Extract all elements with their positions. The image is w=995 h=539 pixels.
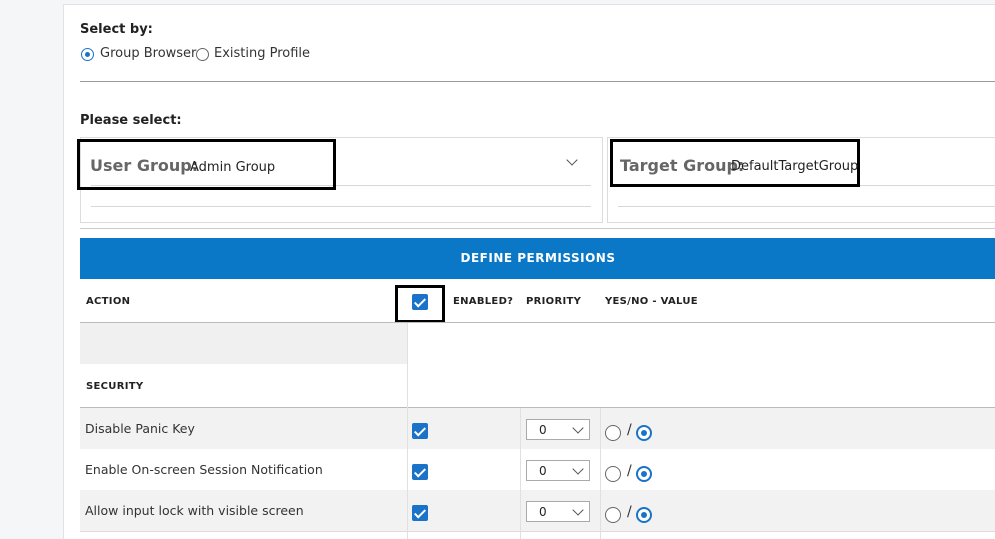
no-radio[interactable]	[636, 466, 652, 482]
existing-profile-label[interactable]: Existing Profile	[214, 46, 310, 61]
row-divider	[80, 531, 995, 532]
row-label: Enable On-screen Session Notification	[85, 462, 323, 477]
column-separator	[520, 408, 521, 539]
priority-dropdown[interactable]: 0	[526, 501, 590, 522]
priority-dropdown[interactable]: 0	[526, 460, 590, 481]
yes-radio[interactable]	[605, 507, 621, 523]
user-group-filter-line	[91, 206, 591, 207]
target-group-label: Target Group:	[620, 156, 745, 175]
priority-value: 0	[539, 505, 547, 519]
enabled-checkbox[interactable]	[412, 505, 428, 521]
please-select-label: Please select:	[80, 113, 182, 128]
target-group-value: DefaultTargetGroup	[731, 159, 859, 174]
chevron-down-icon	[572, 422, 584, 434]
priority-dropdown[interactable]: 0	[526, 419, 590, 440]
no-radio[interactable]	[636, 507, 652, 523]
section-label: SECURITY	[86, 381, 144, 392]
define-permissions-header: DEFINE PERMISSIONS	[80, 238, 995, 279]
table-row: Enable On-screen Session Notification 0 …	[80, 449, 995, 490]
value-column-header: YES/NO - VALUE	[605, 296, 698, 307]
row-label: Allow input lock with visible screen	[85, 503, 304, 518]
slash-separator: /	[627, 504, 632, 520]
no-radio[interactable]	[636, 425, 652, 441]
chevron-down-icon	[572, 504, 584, 516]
user-group-highlight: User Group: Admin Group	[77, 139, 336, 190]
enabled-checkbox[interactable]	[412, 464, 428, 480]
target-group-filter-line	[618, 206, 995, 207]
enabled-column-header: ENABLED?	[453, 296, 514, 307]
column-separator	[407, 323, 408, 539]
yes-radio[interactable]	[605, 466, 621, 482]
target-group-highlight: Target Group: DefaultTargetGroup	[610, 139, 860, 187]
select-by-label: Select by:	[80, 22, 153, 37]
yes-radio[interactable]	[605, 425, 621, 441]
action-column-header: ACTION	[86, 296, 131, 307]
row-label: Disable Panic Key	[85, 421, 195, 436]
empty-filter-cell	[80, 323, 407, 364]
slash-separator: /	[627, 463, 632, 479]
group-browser-label[interactable]: Group Browser	[100, 46, 196, 61]
existing-profile-radio[interactable]	[196, 48, 209, 61]
group-browser-radio[interactable]	[81, 48, 94, 61]
permissions-panel: Select by: Group Browser Existing Profil…	[63, 4, 995, 539]
select-all-checkbox[interactable]	[412, 294, 428, 310]
user-group-value: Admin Group	[190, 160, 276, 175]
column-separator	[600, 408, 601, 539]
divider-2	[80, 228, 995, 229]
priority-value: 0	[539, 423, 547, 437]
user-group-label: User Group:	[90, 156, 199, 175]
table-row: Allow input lock with visible screen 0 /	[80, 490, 995, 531]
chevron-down-icon	[572, 463, 584, 475]
divider	[80, 81, 995, 82]
chevron-down-icon[interactable]	[566, 154, 578, 166]
table-row: Disable Panic Key 0 /	[80, 408, 995, 449]
priority-value: 0	[539, 464, 547, 478]
slash-separator: /	[627, 422, 632, 438]
priority-column-header: PRIORITY	[526, 296, 582, 307]
enabled-checkbox[interactable]	[412, 423, 428, 439]
